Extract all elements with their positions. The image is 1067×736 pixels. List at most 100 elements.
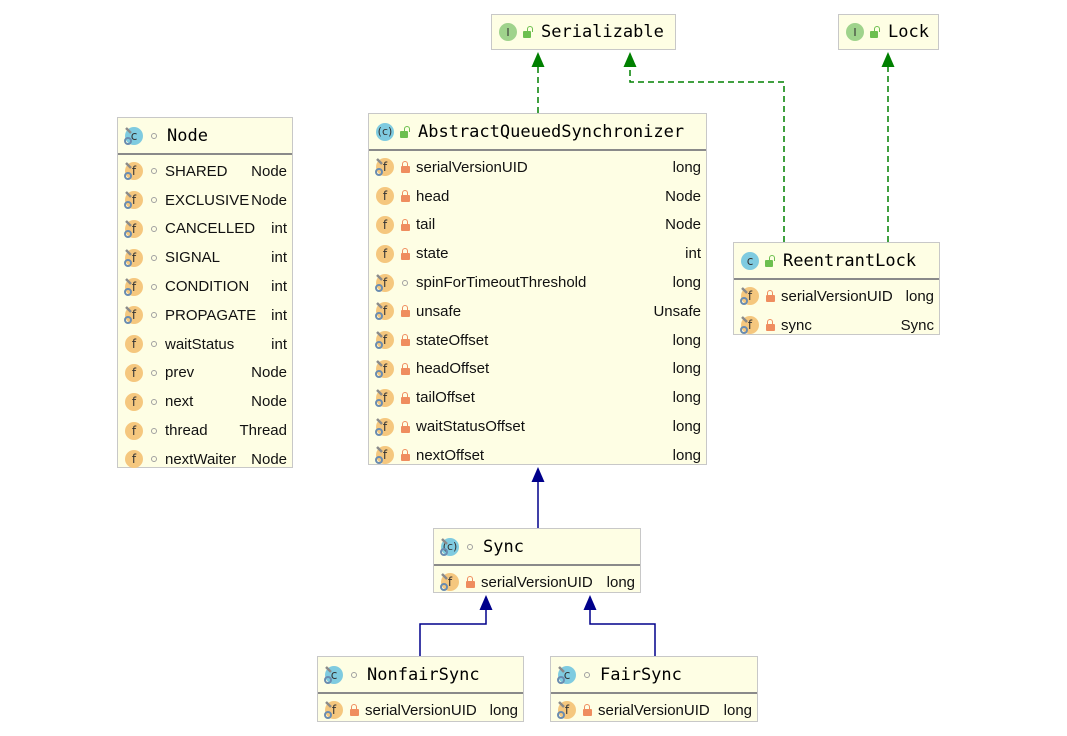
field-type: long [905, 287, 934, 305]
field-name: spinForTimeoutThreshold [416, 274, 587, 292]
field-row[interactable]: f serialVersionUID long [734, 282, 939, 311]
field-name: PROPAGATE [165, 306, 257, 324]
package-visibility-icon [149, 338, 159, 350]
field-row[interactable]: f sync Sync [734, 311, 939, 340]
private-lock-icon [400, 190, 410, 203]
class-node[interactable]: c Node f SHARED Node f EXCLUSIVE Node f CANCELLED… [117, 117, 293, 469]
field-row[interactable]: f nextWaiter Node [118, 445, 292, 474]
private-lock-icon [765, 290, 775, 303]
field-row[interactable]: f waitStatus int [118, 330, 292, 359]
field-type: long [672, 389, 701, 407]
field-row[interactable]: f SIGNAL int [118, 243, 292, 272]
private-lock-icon [349, 704, 359, 717]
static-field-icon: f [123, 248, 143, 268]
field-row[interactable]: f CANCELLED int [118, 215, 292, 244]
field-name: tailOffset [416, 389, 475, 407]
field-name: headOffset [416, 360, 490, 378]
field-row[interactable]: f next Node [118, 387, 292, 416]
field-row[interactable]: f serialVersionUID long [369, 153, 706, 182]
public-unlock-icon [523, 26, 533, 38]
static-field-icon: f [374, 388, 394, 408]
private-lock-icon [400, 334, 410, 347]
private-lock-icon [400, 218, 410, 231]
static-field-icon: f [374, 417, 394, 437]
field-icon: f [123, 363, 143, 383]
field-row[interactable]: f SHARED Node [118, 157, 292, 186]
static-field-icon: f [374, 359, 394, 379]
field-row[interactable]: f stateOffset long [369, 326, 706, 355]
field-row[interactable]: f tailOffset long [369, 383, 706, 412]
field-type: int [271, 335, 287, 353]
field-row[interactable]: f unsafe Unsafe [369, 297, 706, 326]
package-visibility-icon [400, 277, 410, 289]
class-aqs[interactable]: (c) AbstractQueuedSynchronizer f serialVers… [368, 113, 707, 465]
abstract-class-icon: (c) [439, 537, 459, 557]
static-field-icon: f [123, 219, 143, 239]
package-visibility-icon [149, 281, 159, 293]
package-visibility-icon [149, 194, 159, 206]
implements-edge-reentrantlock-to-lock [881, 52, 895, 242]
field-row[interactable]: f waitStatusOffset long [369, 412, 706, 441]
package-visibility-icon [465, 541, 475, 553]
class-nonfairsync[interactable]: c NonfairSync f serialVersionUID long [317, 656, 524, 722]
field-type: Node [251, 162, 287, 180]
field-type: Node [251, 393, 287, 411]
field-row[interactable]: f CONDITION int [118, 272, 292, 301]
field-row[interactable]: f thread Thread [118, 416, 292, 445]
static-field-icon: f [374, 301, 394, 321]
field-row[interactable]: f EXCLUSIVE Node [118, 186, 292, 215]
public-unlock-icon [870, 26, 880, 38]
interface-header: I Serializable [492, 15, 675, 49]
class-name: NonfairSync [367, 664, 480, 685]
class-reentrantlock[interactable]: c ReentrantLock f serialVersionUID long f sync… [733, 242, 940, 335]
class-name: ReentrantLock [783, 250, 917, 271]
class-icon: c [739, 251, 759, 271]
interface-icon: I [497, 22, 517, 42]
field-row[interactable]: f PROPAGATE int [118, 301, 292, 330]
class-sync[interactable]: (c) Sync f serialVersionUID long [433, 528, 641, 593]
static-field-icon: f [556, 700, 576, 720]
field-type: int [271, 220, 287, 238]
field-row[interactable]: f spinForTimeoutThreshold long [369, 268, 706, 297]
field-row[interactable]: f head Node [369, 182, 706, 211]
field-type: long [672, 446, 701, 464]
field-icon: f [374, 186, 394, 206]
field-row[interactable]: f headOffset long [369, 355, 706, 384]
static-field-icon: f [123, 190, 143, 210]
class-header: c FairSync [551, 657, 757, 694]
package-visibility-icon [582, 669, 592, 681]
field-row[interactable]: f tail Node [369, 211, 706, 240]
arrowhead-icon [583, 595, 597, 610]
field-row[interactable]: f prev Node [118, 359, 292, 388]
static-field-icon: f [439, 572, 459, 592]
field-name: unsafe [416, 302, 462, 320]
field-name: serialVersionUID [598, 701, 710, 719]
field-type: long [672, 158, 701, 176]
field-list: f serialVersionUID long f head Node f tail Node f… [369, 151, 706, 470]
static-field-icon: f [123, 161, 143, 181]
field-name: tail [416, 216, 436, 234]
private-lock-icon [400, 391, 410, 404]
field-row[interactable]: f state int [369, 239, 706, 268]
interface-serializable[interactable]: I Serializable [491, 14, 676, 50]
class-header: c NonfairSync [318, 657, 523, 694]
abstract-class-icon: (c) [374, 122, 394, 142]
private-lock-icon [400, 161, 410, 174]
field-name: EXCLUSIVE [165, 191, 250, 209]
package-visibility-icon [149, 165, 159, 177]
private-lock-icon [582, 704, 592, 717]
arrowhead-icon [881, 52, 895, 67]
field-list: f serialVersionUID long f sync Sync [734, 280, 939, 340]
class-header: (c) Sync [434, 529, 640, 566]
class-fairsync[interactable]: c FairSync f serialVersionUID long [550, 656, 758, 722]
field-icon: f [123, 421, 143, 441]
field-name: sync [781, 316, 812, 334]
field-row[interactable]: f nextOffset long [369, 441, 706, 470]
field-row[interactable]: f serialVersionUID long [551, 696, 757, 725]
field-name: waitStatus [165, 335, 235, 353]
package-visibility-icon [349, 669, 359, 681]
field-type: long [672, 274, 701, 292]
field-row[interactable]: f serialVersionUID long [434, 568, 640, 597]
interface-lock[interactable]: I Lock [838, 14, 939, 50]
field-row[interactable]: f serialVersionUID long [318, 696, 523, 725]
